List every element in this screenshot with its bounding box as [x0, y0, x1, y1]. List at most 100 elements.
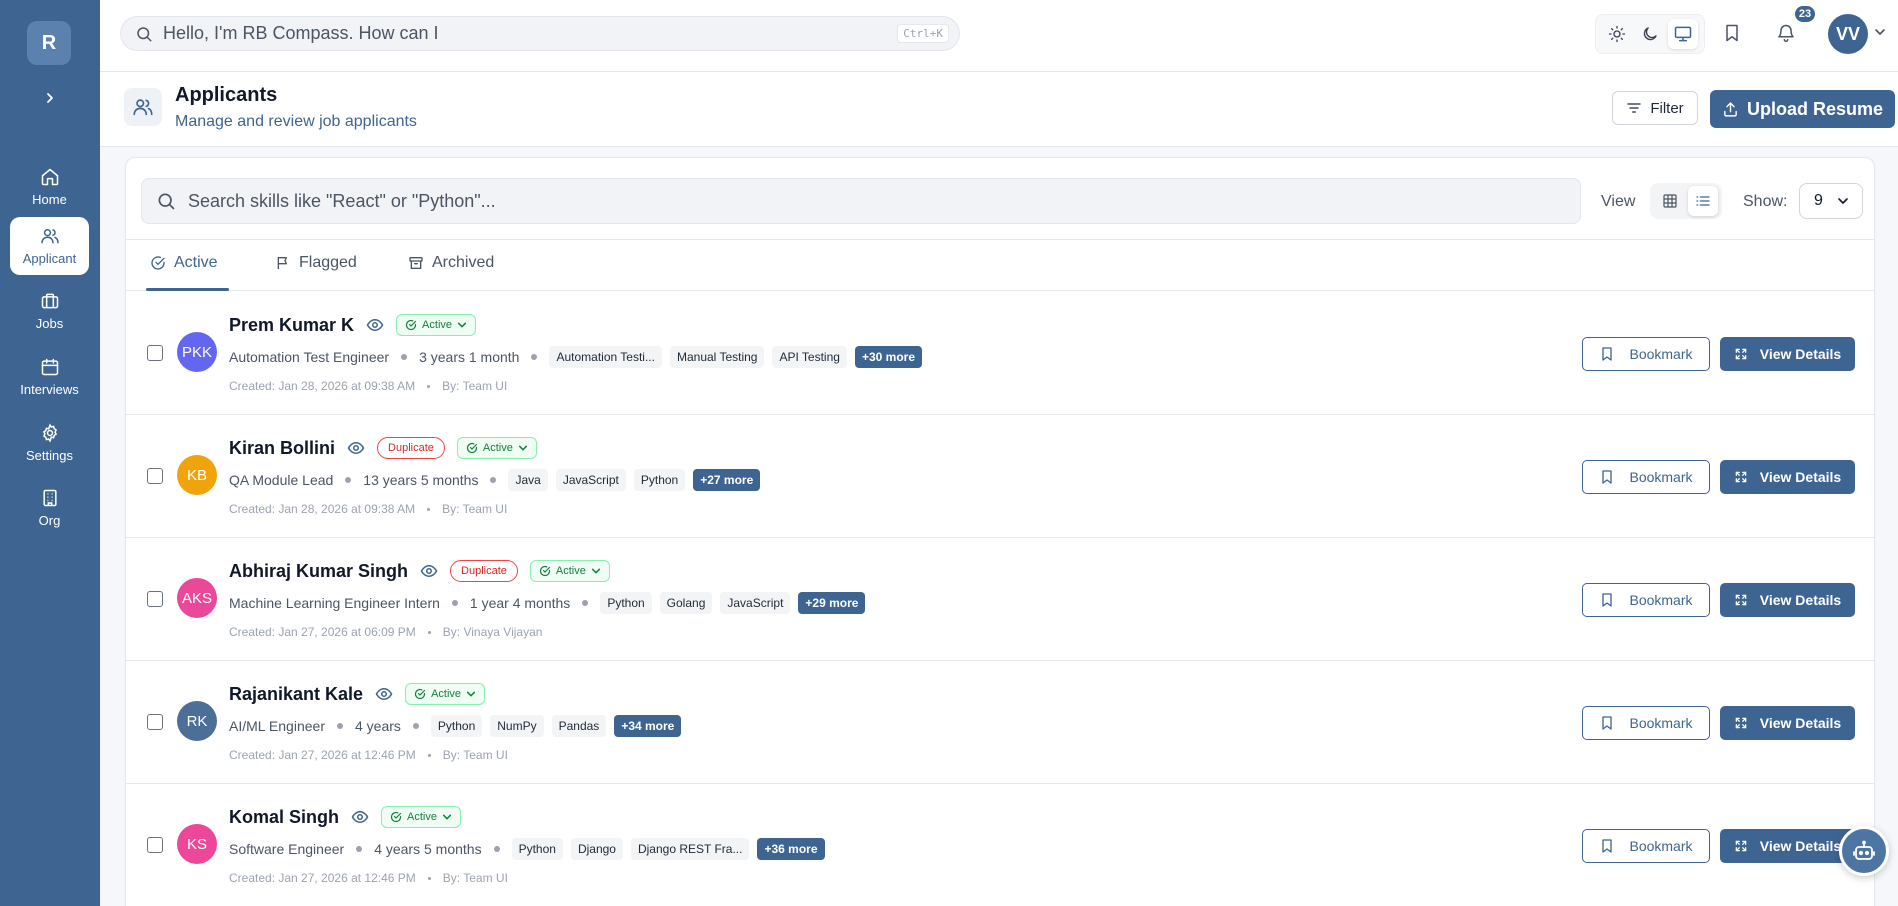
skill-search-placeholder: Search skills like "React" or "Python"..… [188, 190, 496, 211]
system-theme-button[interactable] [1668, 19, 1699, 49]
dark-theme-button[interactable] [1635, 19, 1665, 49]
global-search-input[interactable]: Hello, I'm RB Compass. How can I Ctrl+K [120, 16, 960, 51]
more-skills-button[interactable]: +27 more [693, 469, 761, 491]
expand-icon [1735, 840, 1747, 852]
light-theme-button[interactable] [1602, 19, 1632, 49]
filter-button-label: Filter [1650, 99, 1684, 117]
created-date: Created: Jan 27, 2026 at 06:09 PM [229, 625, 416, 639]
applicant-role: Software Engineer [229, 841, 345, 857]
skill-tag: Manual Testing [669, 346, 765, 368]
select-checkbox[interactable] [147, 591, 163, 607]
user-menu-chevron[interactable] [1874, 26, 1886, 38]
skill-search-input[interactable]: Search skills like "React" or "Python"..… [141, 178, 1581, 224]
expand-icon [1735, 717, 1747, 729]
applicant-name[interactable]: Komal Singh [229, 807, 339, 828]
separator-dot [531, 354, 538, 360]
separator-dot [490, 477, 497, 483]
eye-icon[interactable] [420, 562, 438, 580]
applicant-row: AKS Abhiraj Kumar Singh Duplicate Active… [126, 538, 1874, 661]
created-by: By: Team UI [442, 748, 508, 762]
skill-tag: JavaScript [720, 592, 791, 614]
eye-icon[interactable] [366, 316, 384, 334]
applicant-row: PKK Prem Kumar K Active Automation Test … [126, 292, 1874, 415]
status-badge[interactable]: Active [381, 806, 461, 828]
show-count-select[interactable]: 9 [1799, 183, 1863, 219]
select-checkbox[interactable] [147, 468, 163, 484]
view-details-label: View Details [1759, 592, 1842, 608]
upload-resume-button[interactable]: Upload Resume [1710, 90, 1895, 128]
view-details-button[interactable]: View Details [1720, 829, 1855, 863]
bookmark-button[interactable]: Bookmark [1582, 829, 1710, 863]
status-badge[interactable]: Active [456, 437, 537, 459]
search-icon [137, 26, 152, 41]
sidebar-item-org[interactable]: Org [10, 479, 89, 537]
tab-active[interactable]: Active [150, 254, 218, 272]
applicant-name[interactable]: Rajanikant Kale [229, 684, 363, 705]
page-subtitle: Manage and review job applicants [175, 113, 417, 130]
view-details-button[interactable]: View Details [1720, 583, 1855, 617]
bookmark-icon [1602, 716, 1613, 730]
applicant-row: KS Komal Singh Active Software Engineer … [126, 784, 1874, 906]
applicant-avatar: KS [177, 824, 217, 864]
created-by: By: Team UI [442, 379, 508, 393]
sun-icon [1608, 25, 1625, 43]
sidebar-item-home[interactable]: Home [10, 158, 89, 216]
applicant-role: Machine Learning Engineer Intern [229, 595, 440, 611]
select-checkbox[interactable] [147, 714, 163, 730]
user-avatar[interactable]: VV [1828, 14, 1868, 54]
sidebar-item-applicant[interactable]: Applicant [10, 217, 89, 275]
bookmark-button[interactable]: Bookmark [1582, 337, 1710, 371]
skill-tag: Python [430, 715, 483, 737]
status-label: Active [422, 319, 453, 331]
bookmark-button[interactable]: Bookmark [1582, 706, 1710, 740]
eye-icon[interactable] [351, 808, 369, 826]
bookmark-icon [1602, 347, 1613, 361]
sidebar-item-interviews[interactable]: Interviews [10, 348, 89, 406]
notifications-button[interactable] [1773, 20, 1799, 46]
view-details-button[interactable]: View Details [1720, 337, 1855, 371]
applicant-name[interactable]: Prem Kumar K [229, 315, 354, 336]
skill-tag: Django [570, 838, 623, 860]
assistant-fab-button[interactable] [1839, 826, 1889, 876]
list-icon [1695, 196, 1710, 206]
status-label: Active [482, 442, 513, 454]
status-badge[interactable]: Active [529, 560, 610, 582]
separator-dot [336, 723, 343, 729]
moon-icon [1643, 27, 1657, 41]
tab-archived[interactable]: Archived [408, 254, 494, 272]
skill-tag: Golang [659, 592, 713, 614]
tab-flagged[interactable]: Flagged [275, 254, 357, 272]
eye-icon[interactable] [347, 439, 365, 457]
select-checkbox[interactable] [147, 345, 163, 361]
sidebar-item-label: Jobs [35, 316, 64, 331]
bookmark-button[interactable]: Bookmark [1582, 583, 1710, 617]
app-logo[interactable]: R [27, 21, 71, 65]
sidebar-item-jobs[interactable]: Jobs [10, 282, 89, 340]
sidebar-expand-button[interactable] [38, 86, 62, 110]
status-tabs: Active Flagged Archived [126, 239, 1874, 291]
eye-icon[interactable] [375, 685, 393, 703]
more-skills-button[interactable]: +34 more [614, 715, 682, 737]
more-skills-button[interactable]: +36 more [757, 838, 825, 860]
list-view-button[interactable] [1687, 186, 1718, 216]
view-details-button[interactable]: View Details [1720, 706, 1855, 740]
applicant-name[interactable]: Abhiraj Kumar Singh [229, 561, 408, 582]
applicant-name[interactable]: Kiran Bollini [229, 438, 335, 459]
sidebar-item-settings[interactable]: Settings [10, 414, 89, 472]
more-skills-button[interactable]: +29 more [798, 592, 866, 614]
bookmarks-button[interactable] [1719, 20, 1745, 46]
separator-dot [451, 600, 458, 606]
separator-dot [356, 846, 363, 852]
status-badge[interactable]: Active [396, 314, 477, 336]
chevron-down-icon [591, 568, 600, 574]
chevron-down-icon [466, 691, 476, 697]
view-details-button[interactable]: View Details [1720, 460, 1855, 494]
sidebar-item-label: Applicant [22, 251, 77, 266]
bookmark-button[interactable]: Bookmark [1582, 460, 1710, 494]
select-checkbox[interactable] [147, 837, 163, 853]
status-badge[interactable]: Active [405, 683, 486, 705]
filter-button[interactable]: Filter [1612, 91, 1698, 125]
grid-view-button[interactable] [1655, 186, 1685, 216]
show-count-value: 9 [1814, 192, 1823, 209]
more-skills-button[interactable]: +30 more [854, 346, 922, 368]
